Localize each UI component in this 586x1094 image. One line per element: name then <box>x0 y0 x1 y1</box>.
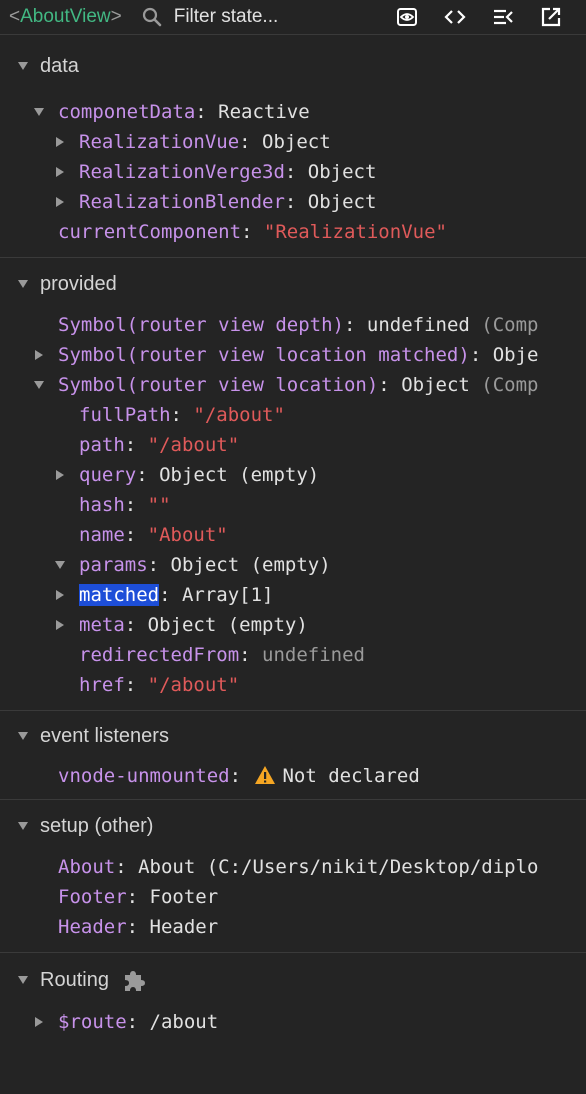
section-event-listeners-header[interactable]: event listeners <box>0 711 586 761</box>
state-row-router-view-location[interactable]: Symbol(router view location): Object (Co… <box>0 370 586 400</box>
section-provided-header[interactable]: provided <box>0 258 586 310</box>
chevron-right-icon <box>35 350 43 360</box>
puzzle-icon <box>124 971 145 991</box>
state-row-matched[interactable]: matched: Array[1] <box>0 580 586 610</box>
state-row-hash[interactable]: hash: "" <box>0 490 586 520</box>
chevron-down-icon <box>18 62 28 70</box>
chevron-right-icon <box>56 137 64 147</box>
toolbar: <AboutView> <box>0 0 586 35</box>
state-row-RealizationBlender[interactable]: RealizationBlender: Object <box>0 187 586 217</box>
state-row-vnode-unmounted[interactable]: vnode-unmounted: Not declared <box>0 761 586 791</box>
section-routing: Routing $route: /about <box>0 953 586 1037</box>
state-row-router-view-location-matched[interactable]: Symbol(router view location matched): Ob… <box>0 340 586 370</box>
chevron-right-icon <box>56 197 64 207</box>
chevron-right-icon <box>56 167 64 177</box>
code-icon[interactable] <box>444 6 466 28</box>
state-row-redirectedFrom[interactable]: redirectedFrom: undefined <box>0 640 586 670</box>
section-setup-other-header[interactable]: setup (other) <box>0 800 586 852</box>
chevron-down-icon <box>18 976 28 984</box>
state-row-router-view-depth[interactable]: Symbol(router view depth): undefined (Co… <box>0 310 586 340</box>
section-routing-header[interactable]: Routing <box>0 953 586 1007</box>
section-data: data componetData: Reactive RealizationV… <box>0 35 586 258</box>
filter-state-input[interactable] <box>173 6 354 28</box>
state-row-componetData[interactable]: componetData: Reactive <box>0 97 586 127</box>
section-title: setup (other) <box>40 814 154 837</box>
state-row-Header[interactable]: Header: Header <box>0 912 586 942</box>
state-row-query[interactable]: query: Object (empty) <box>0 460 586 490</box>
state-row-fullPath[interactable]: fullPath: "/about" <box>0 400 586 430</box>
state-row-currentComponent[interactable]: currentComponent: "RealizationVue" <box>0 217 586 247</box>
section-title: event listeners <box>40 724 169 747</box>
chevron-down-icon <box>18 732 28 740</box>
state-row-name[interactable]: name: "About" <box>0 520 586 550</box>
section-title: Routing <box>40 968 109 991</box>
state-row-href[interactable]: href: "/about" <box>0 670 586 700</box>
chevron-down-icon <box>18 280 28 288</box>
section-title: data <box>40 54 79 77</box>
warning-icon <box>255 766 276 784</box>
state-row-Footer[interactable]: Footer: Footer <box>0 882 586 912</box>
state-row-About[interactable]: About: About (C:/Users/nikit/Desktop/dip… <box>0 852 586 882</box>
state-row-meta[interactable]: meta: Object (empty) <box>0 610 586 640</box>
selected-component-name[interactable]: <AboutView> <box>9 6 122 28</box>
state-row-params[interactable]: params: Object (empty) <box>0 550 586 580</box>
open-external-icon[interactable] <box>540 6 562 28</box>
chevron-right-icon <box>56 470 64 480</box>
chevron-right-icon <box>56 590 64 600</box>
state-row-path[interactable]: path: "/about" <box>0 430 586 460</box>
highlighted-key: matched <box>79 584 160 606</box>
state-row-RealizationVue[interactable]: RealizationVue: Object <box>0 127 586 157</box>
section-title: provided <box>40 272 117 295</box>
section-provided: provided Symbol(router view depth): unde… <box>0 258 586 711</box>
chevron-down-icon <box>34 381 44 389</box>
list-collapse-icon[interactable] <box>492 6 514 28</box>
chevron-down-icon <box>18 822 28 830</box>
chevron-right-icon <box>35 1017 43 1027</box>
section-setup-other: setup (other) About: About (C:/Users/nik… <box>0 800 586 953</box>
chevron-down-icon <box>55 561 65 569</box>
search-icon <box>142 7 162 27</box>
state-row-RealizationVerge3d[interactable]: RealizationVerge3d: Object <box>0 157 586 187</box>
eye-icon[interactable] <box>396 6 418 28</box>
state-row-route[interactable]: $route: /about <box>0 1007 586 1037</box>
section-event-listeners: event listeners vnode-unmounted: Not dec… <box>0 711 586 800</box>
section-data-header[interactable]: data <box>0 35 586 97</box>
chevron-right-icon <box>56 620 64 630</box>
chevron-down-icon <box>34 108 44 116</box>
